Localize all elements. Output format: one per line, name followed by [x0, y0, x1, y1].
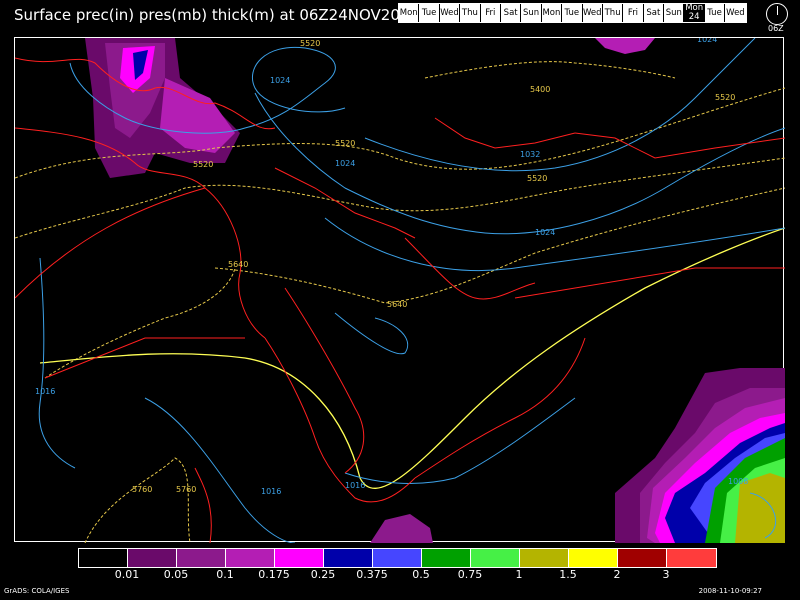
thickness-label: 5760: [176, 485, 196, 494]
thickness-label: 5640: [228, 260, 248, 269]
legend-swatch: [226, 549, 275, 567]
day-button[interactable]: Wed: [725, 4, 746, 22]
thickness-contour: [424, 61, 676, 79]
legend-label: 0.5: [412, 568, 430, 581]
border-line: [514, 267, 785, 299]
legend-label: 0.05: [163, 568, 189, 581]
day-button-active[interactable]: Mon 24: [684, 4, 705, 22]
border-line: [44, 337, 245, 379]
footer-credit: GrADS: COLA/IGES: [4, 587, 70, 595]
footer-timestamp: 2008-11-10-09:27: [698, 587, 762, 595]
day-button[interactable]: Mon: [399, 4, 420, 22]
legend-label: 3: [662, 568, 670, 581]
day-button[interactable]: Wed: [582, 4, 603, 22]
legend-label: 0.01: [114, 568, 140, 581]
day-button[interactable]: Thu: [460, 4, 481, 22]
day-button[interactable]: Tue: [419, 4, 440, 22]
coastline: [404, 237, 536, 300]
pressure-label: 1024: [270, 76, 290, 85]
map-title: Surface prec(in) pres(mb) thick(m) at 06…: [14, 6, 419, 24]
clock-icon: [766, 3, 788, 25]
pressure-label: 1016: [345, 481, 365, 490]
legend-swatch: [373, 549, 422, 567]
pressure-isobar: [144, 397, 296, 544]
legend-swatch: [667, 549, 716, 567]
legend-label: 2: [613, 568, 621, 581]
border-line: [434, 117, 576, 149]
weather-map: 5520 5520 5400 5520 5520 5520 5640 5640 …: [14, 35, 786, 544]
border-line: [14, 187, 206, 299]
pressure-label: 1024: [697, 38, 717, 44]
thickness-label: 5520: [715, 93, 735, 102]
thickness-label: 5400: [530, 85, 550, 94]
pressure-isobar: [344, 397, 576, 484]
pressure-label: 1016: [35, 387, 55, 396]
clock-label: 06Z: [768, 24, 784, 33]
legend-label: 0.1: [216, 568, 234, 581]
pressure-label: 1008: [728, 477, 748, 486]
day-button[interactable]: Sun: [664, 4, 685, 22]
coastline: [284, 287, 365, 474]
border-line: [274, 167, 416, 239]
legend-label: 0.75: [457, 568, 483, 581]
thickness-label: 5520: [335, 139, 355, 148]
legend-swatch: [275, 549, 324, 567]
legend-swatch: [471, 549, 520, 567]
day-button[interactable]: Mon: [541, 4, 563, 22]
day-button[interactable]: Sat: [500, 4, 522, 22]
thickness-label: 5760: [132, 485, 152, 494]
pressure-label: 1016: [261, 487, 281, 496]
map-canvas: 5520 5520 5400 5520 5520 5520 5640 5640 …: [14, 35, 786, 544]
day-button[interactable]: Sun: [521, 4, 542, 22]
thickness-label: 5520: [527, 174, 547, 183]
pressure-isobar: [324, 217, 786, 271]
pressure-isobar: [334, 312, 408, 355]
color-legend: [78, 548, 717, 568]
thickness-contour: [84, 457, 191, 544]
day-button[interactable]: Tue: [562, 4, 583, 22]
day-button[interactable]: Tue: [704, 4, 726, 22]
day-button[interactable]: Wed: [439, 4, 461, 22]
pressure-label: 1032: [520, 150, 540, 159]
day-button[interactable]: Fri: [623, 4, 644, 22]
legend-swatch: [79, 549, 128, 567]
legend-label: 1.5: [559, 568, 577, 581]
active-day-date: 24: [688, 12, 700, 22]
legend-swatch: [324, 549, 373, 567]
legend-label: 1: [515, 568, 523, 581]
precip-area: [595, 38, 655, 54]
legend-label: 0.25: [310, 568, 336, 581]
border-line: [194, 467, 212, 544]
thickness-label: 5520: [193, 160, 213, 169]
pressure-label: 1024: [535, 228, 555, 237]
thickness-contour: [44, 267, 236, 379]
thickness-label: 5640: [387, 300, 407, 309]
precip-area: [370, 514, 433, 543]
day-selector: Mon Tue Wed Thu Fri Sat Sun Mon Tue Wed …: [398, 3, 747, 23]
day-button[interactable]: Thu: [602, 4, 624, 22]
day-button[interactable]: Sat: [643, 4, 665, 22]
legend-swatch: [569, 549, 618, 567]
legend-swatch: [520, 549, 569, 567]
coastline: [264, 337, 416, 503]
coastline: [414, 337, 586, 479]
thickness-label: 5520: [300, 39, 320, 48]
legend-labels: 0.01 0.05 0.1 0.175 0.25 0.375 0.5 0.75 …: [78, 568, 718, 582]
pressure-label: 1024: [335, 159, 355, 168]
day-button[interactable]: Fri: [480, 4, 501, 22]
legend-label: 0.375: [356, 568, 388, 581]
thickness-contour: [214, 187, 786, 304]
legend-label: 0.175: [258, 568, 290, 581]
legend-swatch: [177, 549, 226, 567]
legend-swatch: [618, 549, 667, 567]
legend-swatch: [128, 549, 177, 567]
legend-swatch: [422, 549, 471, 567]
